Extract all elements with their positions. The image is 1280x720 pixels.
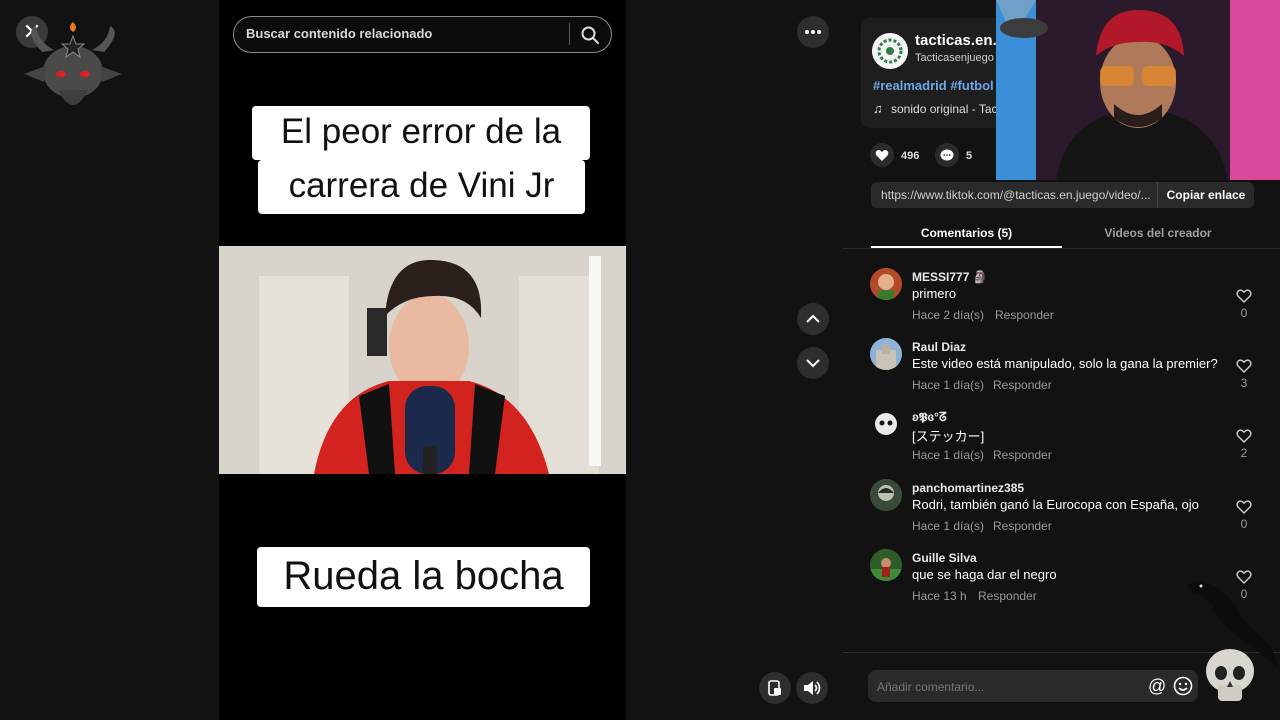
comment-like-count: 0: [1240, 517, 1248, 531]
comment-username[interactable]: Guille Silva: [912, 551, 977, 565]
comment-avatar[interactable]: [870, 408, 902, 440]
streamer-webcam: [996, 0, 1280, 180]
comment-username[interactable]: ʚ𝕻ɞ°ᘔ: [912, 410, 947, 425]
comment-item: MESSI777 🗿 primero Hace 2 día(s) Respond…: [870, 268, 1260, 328]
mention-icon[interactable]: @: [1148, 676, 1166, 697]
comment-time: Hace 1 día(s): [912, 448, 985, 462]
skull-decoration: [1206, 649, 1254, 701]
comment-username[interactable]: MESSI777 🗿: [912, 270, 988, 284]
chevron-down-icon: [806, 359, 820, 368]
comment-like-count: 0: [1240, 306, 1248, 320]
tab-comments[interactable]: Comentarios (5): [871, 220, 1062, 248]
add-comment-input[interactable]: [877, 680, 1117, 694]
comment-like-count: 3: [1240, 376, 1248, 390]
caption-top-line2: carrera de Vini Jr: [258, 160, 585, 214]
comment-avatar[interactable]: [870, 268, 902, 300]
creator-name[interactable]: tacticas.en.: [915, 32, 997, 49]
comment-count: 5: [966, 150, 973, 162]
next-video-button[interactable]: [797, 347, 829, 379]
sound-name[interactable]: sonido original - Tac: [891, 102, 998, 116]
comment-item: Raul Diaz Este video está manipulado, so…: [870, 338, 1260, 398]
reply-button[interactable]: Responder: [993, 448, 1052, 462]
reply-button[interactable]: Responder: [993, 519, 1052, 533]
comment-username[interactable]: panchomartinez385: [912, 481, 1024, 495]
comment-text: [ステッカー]: [912, 429, 985, 444]
comment-button[interactable]: [935, 143, 959, 167]
video-frame[interactable]: [219, 246, 626, 474]
tab-creator-videos[interactable]: Videos del creador: [1062, 220, 1254, 248]
comment-text: que se haga dar el negro: [912, 567, 1057, 582]
more-icon: [805, 30, 821, 34]
webcam-feed: [996, 0, 1280, 180]
creator-logo-icon: [872, 33, 908, 69]
creator-handle[interactable]: Tacticasenjuego: [915, 52, 994, 64]
previous-video-button[interactable]: [797, 303, 829, 335]
video-still: [219, 246, 626, 474]
copy-link-button[interactable]: Copiar enlace: [1157, 182, 1254, 208]
comment-item: ʚ𝕻ɞ°ᘔ [ステッカー] Hace 1 día(s) Responder 2: [870, 408, 1260, 468]
music-note-icon: ♫: [873, 101, 883, 116]
search-placeholder: Buscar contenido relacionado: [246, 26, 433, 41]
more-options-button[interactable]: [797, 16, 829, 48]
reply-button[interactable]: Responder: [993, 378, 1052, 392]
comment-time: Hace 1 día(s): [912, 378, 985, 392]
comment-item: panchomartinez385 Rodri, también ganó la…: [870, 479, 1260, 539]
caption-top-line1: El peor error de la: [252, 106, 590, 160]
chevron-up-icon: [806, 314, 820, 323]
comment-like-count: 2: [1240, 446, 1248, 460]
search-icon[interactable]: [580, 25, 600, 45]
volume-button[interactable]: [796, 672, 828, 704]
volume-icon: [804, 681, 821, 695]
heart-outline-icon[interactable]: [1236, 499, 1252, 515]
comment-time: Hace 13 h: [912, 589, 967, 603]
heart-outline-icon[interactable]: [1236, 358, 1252, 374]
like-count: 496: [901, 150, 920, 162]
heart-outline-icon[interactable]: [1236, 288, 1252, 304]
creator-avatar[interactable]: [872, 33, 908, 69]
tabs-divider: [843, 248, 1280, 249]
comment-icon: [940, 149, 954, 160]
heart-outline-icon[interactable]: [1236, 428, 1252, 444]
caption-bottom: Rueda la bocha: [257, 547, 590, 607]
comment-time: Hace 1 día(s): [912, 519, 985, 533]
heart-icon: [875, 149, 889, 161]
comment-text: primero: [912, 286, 957, 301]
comment-text: Este video está manipulado, solo la gana…: [912, 356, 1218, 371]
video-hashtags[interactable]: #realmadrid #futbol: [873, 78, 994, 93]
video-link-url[interactable]: https://www.tiktok.com/@tacticas.en.jueg…: [881, 188, 1151, 202]
pip-button[interactable]: [759, 672, 791, 704]
comment-username[interactable]: Raul Diaz: [912, 340, 966, 354]
reply-button[interactable]: Responder: [978, 589, 1037, 603]
pip-icon: [768, 680, 781, 696]
comment-avatar[interactable]: [870, 479, 902, 511]
comment-time: Hace 2 día(s): [912, 308, 985, 322]
comment-avatar[interactable]: [870, 549, 902, 581]
comment-avatar[interactable]: [870, 338, 902, 370]
comment-text: Rodri, también ganó la Eurocopa con Espa…: [912, 497, 1199, 512]
like-button[interactable]: [870, 143, 894, 167]
reply-button[interactable]: Responder: [995, 308, 1054, 322]
search-divider: [569, 23, 570, 45]
goat-logo-overlay: [24, 22, 122, 105]
